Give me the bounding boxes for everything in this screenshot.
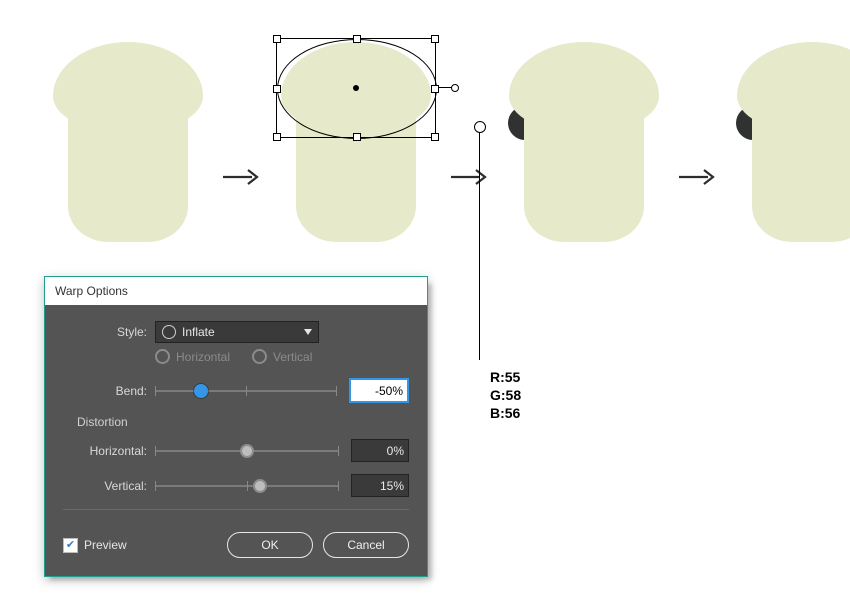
horizontal-radio-label: Horizontal [176, 350, 230, 364]
shape-step-3 [504, 32, 664, 242]
bend-slider-thumb[interactable] [194, 384, 208, 398]
distortion-section-label: Distortion [77, 415, 409, 429]
checkbox-icon: ✔ [63, 538, 78, 553]
rgb-readout: R:55 G:58 B:56 [490, 368, 521, 422]
handle-bl[interactable] [273, 133, 281, 141]
dialog-title: Warp Options [55, 284, 128, 298]
vertical-radio-label: Vertical [273, 350, 312, 364]
rgb-r: R:55 [490, 368, 521, 386]
chevron-down-icon [304, 329, 312, 335]
handle-br[interactable] [431, 133, 439, 141]
cancel-button[interactable]: Cancel [323, 532, 409, 558]
arrow-icon [678, 166, 718, 188]
handle-mr[interactable] [431, 85, 439, 93]
preview-label: Preview [84, 538, 127, 552]
shape-cap [281, 42, 431, 132]
dialog-body: Style: Inflate Horizontal Vertical [45, 305, 427, 576]
arrow-icon [222, 166, 262, 188]
divider [63, 509, 409, 510]
warp-options-dialog: Warp Options Style: Inflate Horizontal V [44, 276, 428, 577]
dist-h-value-input[interactable] [351, 439, 409, 462]
arrow-icon [450, 166, 490, 188]
dist-h-slider-thumb[interactable] [240, 444, 254, 458]
shape-step-2[interactable] [276, 32, 436, 242]
direction-handle[interactable] [439, 87, 453, 88]
rgb-b: B:56 [490, 404, 521, 422]
inflate-icon [162, 325, 176, 339]
bend-slider[interactable] [155, 390, 337, 392]
radio-icon [155, 349, 170, 364]
style-label: Style: [63, 325, 147, 339]
vertical-radio[interactable]: Vertical [252, 349, 312, 364]
bend-label: Bend: [63, 384, 147, 398]
shape-step-4 [732, 32, 850, 242]
horizontal-radio[interactable]: Horizontal [155, 349, 230, 364]
dist-h-slider[interactable] [155, 450, 339, 452]
radio-icon [252, 349, 267, 364]
dialog-titlebar[interactable]: Warp Options [45, 277, 427, 305]
handle-tl[interactable] [273, 35, 281, 43]
rgb-g: G:58 [490, 386, 521, 404]
dist-v-slider[interactable] [155, 485, 339, 487]
bend-value-input[interactable] [349, 378, 409, 403]
style-value: Inflate [182, 325, 215, 339]
shape-cap [53, 42, 203, 132]
callout-leader-line [479, 126, 480, 360]
style-select[interactable]: Inflate [155, 321, 319, 343]
dist-v-value-input[interactable] [351, 474, 409, 497]
orientation-radios: Horizontal Vertical [155, 349, 409, 364]
dist-v-slider-thumb[interactable] [253, 479, 267, 493]
shape-step-1 [48, 32, 208, 242]
shape-cap [737, 42, 850, 132]
tutorial-shapes [48, 32, 850, 242]
preview-checkbox[interactable]: ✔ Preview [63, 538, 127, 553]
ok-button[interactable]: OK [227, 532, 313, 558]
handle-ml[interactable] [273, 85, 281, 93]
dist-h-label: Horizontal: [63, 444, 147, 458]
dist-v-label: Vertical: [63, 479, 147, 493]
handle-tr[interactable] [431, 35, 439, 43]
shape-cap [509, 42, 659, 132]
